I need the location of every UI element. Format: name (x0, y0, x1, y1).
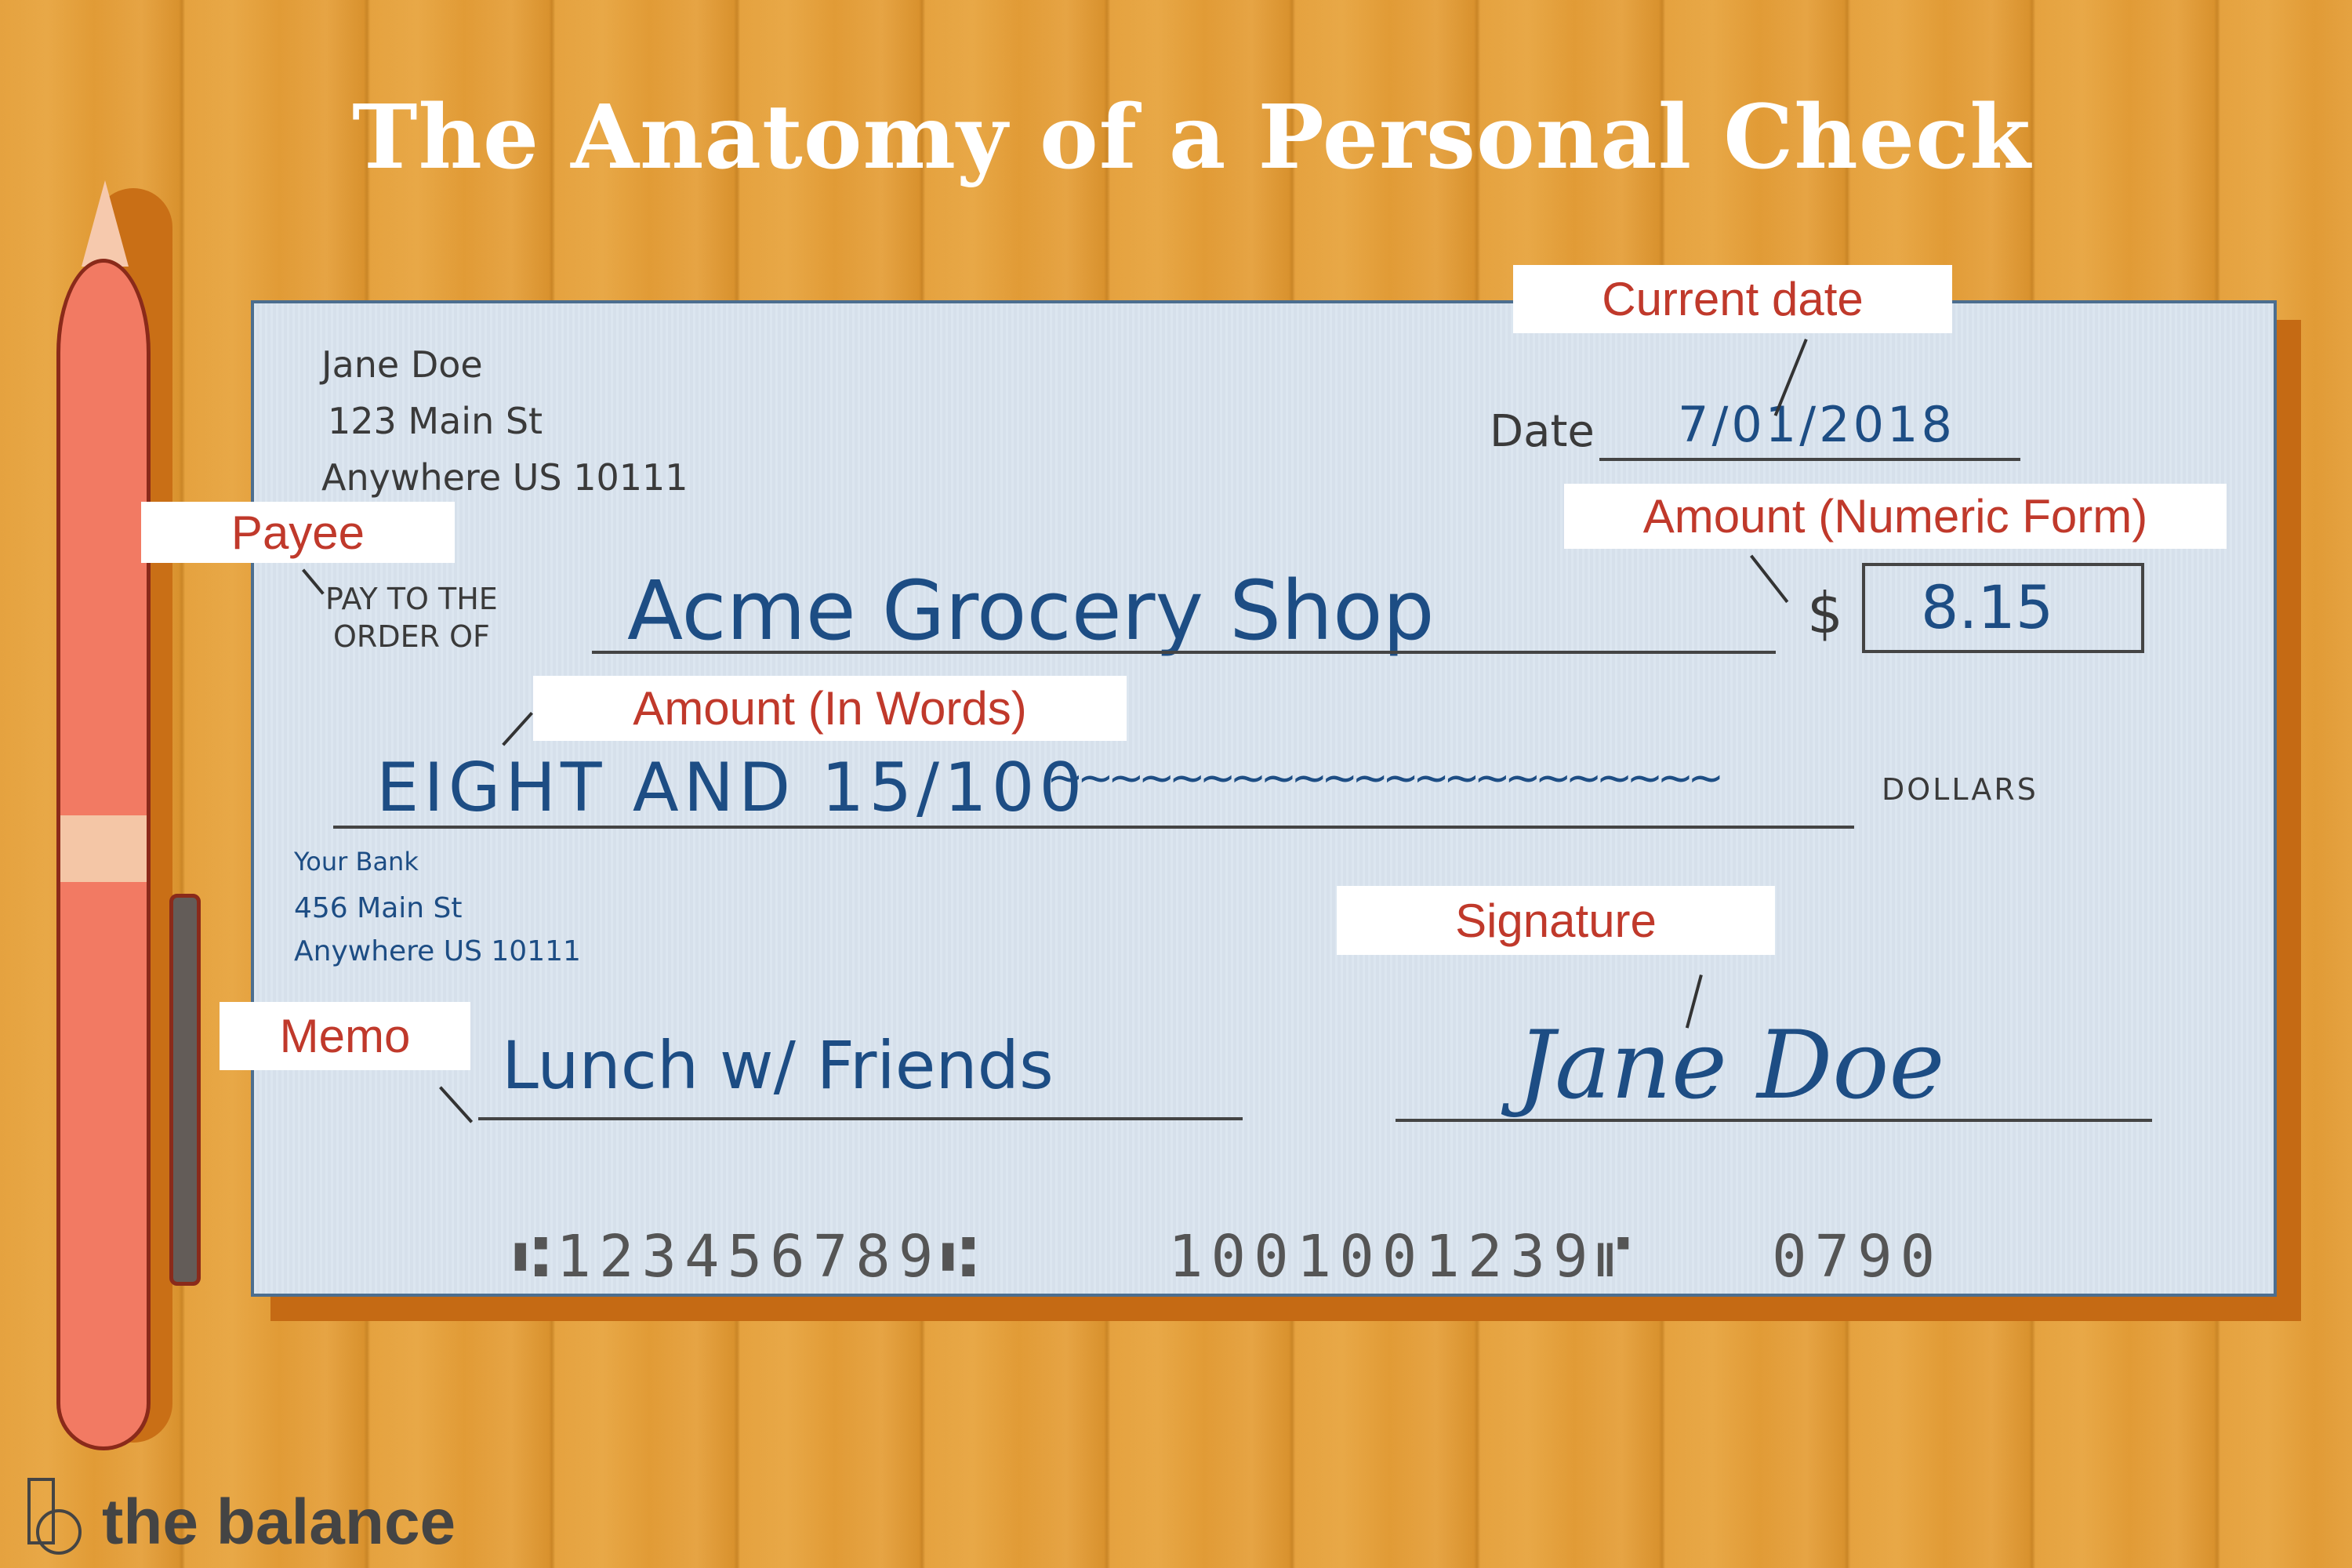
dollar-sign: $ (1807, 580, 1843, 646)
pen-tip-icon (82, 180, 129, 267)
annotation-current-date: Current date (1513, 265, 1952, 333)
payee-value[interactable]: Acme Grocery Shop (627, 563, 1435, 659)
micr-check-number: 0790 (1772, 1223, 1944, 1290)
amount-words-line (333, 826, 1854, 829)
pay-to-label-line1: PAY TO THE (325, 582, 498, 616)
bank-street: 456 Main St (294, 892, 463, 924)
bank-city: Anywhere US 10111 (294, 935, 581, 967)
account-holder-street: 123 Main St (328, 400, 543, 442)
signature-line (1396, 1119, 2152, 1122)
pay-to-label-line2: ORDER OF (333, 619, 490, 654)
page-title: The Anatomy of a Personal Check (352, 86, 2031, 189)
date-label: Date (1490, 406, 1595, 457)
memo-value[interactable]: Lunch w/ Friends (502, 1027, 1054, 1104)
signature-value[interactable]: Jane Doe (1517, 1011, 1945, 1120)
pen-band (60, 815, 147, 882)
amount-numeric-value: 8.15 (1921, 572, 2054, 642)
amount-words-fill: ~~~~~~~~~~~~~~~~~~~~~~ (1047, 753, 1724, 804)
memo-line (478, 1117, 1243, 1120)
the-balance-logo-circle-icon (36, 1509, 82, 1555)
dollars-label: DOLLARS (1882, 772, 2038, 807)
micr-account-number: 1001001239⑈ (1168, 1223, 1639, 1290)
payee-line (592, 651, 1776, 654)
amount-words-value[interactable]: EIGHT AND 15/100 (376, 749, 1087, 827)
annotation-amount-words: Amount (In Words) (533, 676, 1127, 741)
annotation-payee: Payee (141, 502, 455, 563)
date-value[interactable]: 7/01/2018 (1678, 396, 1955, 453)
annotation-amount-numeric: Amount (Numeric Form) (1564, 484, 2227, 549)
account-holder-name: Jane Doe (321, 343, 483, 386)
account-holder-city: Anywhere US 10111 (321, 456, 688, 499)
micr-routing-number: ⑆123456789⑆ (514, 1223, 984, 1290)
brand-logo-text[interactable]: the balance (102, 1486, 456, 1559)
annotation-signature: Signature (1337, 886, 1775, 955)
pen-clip-icon (169, 894, 201, 1286)
annotation-memo: Memo (220, 1002, 470, 1070)
date-line (1599, 458, 2020, 461)
bank-name: Your Bank (294, 847, 419, 877)
